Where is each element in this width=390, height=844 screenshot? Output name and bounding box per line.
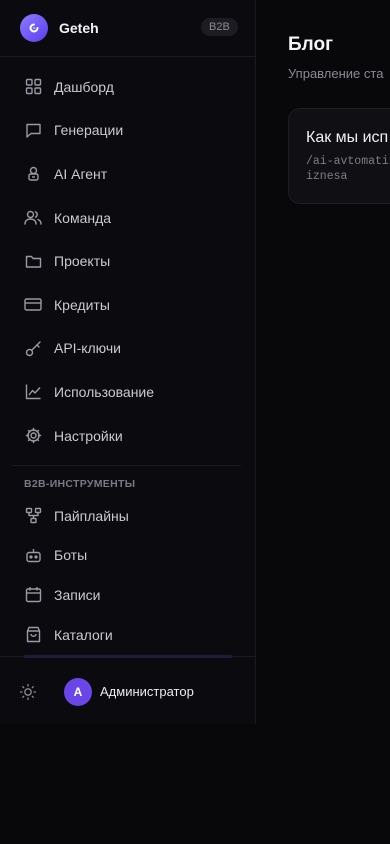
plan-badge: B2B bbox=[201, 18, 238, 36]
brand-name: Geteh bbox=[59, 20, 99, 36]
blog-post-slug: /ai-avtomatibiznesa bbox=[306, 155, 390, 183]
page-title: Блог bbox=[288, 34, 333, 55]
nav-label: Проекты bbox=[54, 253, 111, 270]
nav-item-dashboard[interactable]: Дашборд bbox=[0, 65, 255, 109]
nav-item-generations[interactable]: Генерации bbox=[0, 109, 255, 153]
nav-label: Пайплайны bbox=[54, 507, 129, 524]
credit-card-icon bbox=[24, 296, 42, 314]
main-nav: Дашборд Генерации AI Агент Команда Проек… bbox=[0, 65, 255, 457]
avatar[interactable]: A bbox=[64, 678, 92, 706]
brand-header: Geteh B2B bbox=[0, 0, 255, 57]
nav-label: Команда bbox=[54, 209, 112, 226]
nav-item-usage[interactable]: Использование bbox=[0, 370, 255, 414]
calendar-icon bbox=[24, 586, 42, 604]
nav-label: Генерации bbox=[54, 122, 124, 139]
nav-item-api-keys[interactable]: API-ключи bbox=[0, 327, 255, 371]
section-divider bbox=[12, 465, 241, 466]
user-name[interactable]: Администратор bbox=[100, 684, 194, 699]
nav-label: Использование bbox=[54, 383, 155, 400]
nav-label: AI Агент bbox=[54, 165, 108, 182]
nav-item-bots[interactable]: Боты bbox=[0, 536, 255, 576]
brand-logo-icon[interactable] bbox=[20, 14, 48, 42]
main-content: Блог Управление ста Как мы исп /ai-avtom… bbox=[256, 0, 390, 844]
pipeline-icon bbox=[24, 507, 42, 525]
nav-label: Записи bbox=[54, 586, 101, 603]
sidebar-footer: A Администратор bbox=[0, 655, 255, 725]
nav-label: Каталоги bbox=[54, 626, 113, 643]
sidebar: Geteh B2B Дашборд Генерации AI Агент Ком… bbox=[0, 0, 256, 724]
blog-post-title: Как мы исп bbox=[306, 129, 389, 146]
nav-item-settings[interactable]: Настройки bbox=[0, 414, 255, 458]
chart-icon bbox=[24, 383, 42, 401]
nav-item-team[interactable]: Команда bbox=[0, 196, 255, 240]
gear-icon bbox=[24, 427, 42, 445]
users-icon bbox=[24, 209, 42, 227]
shopping-bag-icon bbox=[24, 626, 42, 644]
page-subtitle: Управление ста bbox=[288, 66, 384, 81]
scroll-indicator bbox=[24, 655, 232, 658]
bot-icon bbox=[24, 546, 42, 564]
folder-icon bbox=[24, 252, 42, 270]
agent-icon bbox=[24, 165, 42, 183]
nav-label: API-ключи bbox=[54, 340, 121, 357]
nav-item-records[interactable]: Записи bbox=[0, 575, 255, 615]
key-icon bbox=[24, 339, 42, 357]
nav-label: Настройки bbox=[54, 427, 123, 444]
nav-label: Дашборд bbox=[54, 78, 114, 95]
nav-item-projects[interactable]: Проекты bbox=[0, 239, 255, 283]
nav-label: Боты bbox=[54, 547, 88, 564]
nav-item-pipelines[interactable]: Пайплайны bbox=[0, 496, 255, 536]
nav-label: Кредиты bbox=[54, 296, 110, 313]
section-title-b2b: B2B-ИНСТРУМЕНТЫ bbox=[24, 478, 136, 490]
grid-icon bbox=[24, 78, 42, 96]
nav-item-credits[interactable]: Кредиты bbox=[0, 283, 255, 327]
message-icon bbox=[24, 121, 42, 139]
b2b-nav: Пайплайны Боты Записи Каталоги bbox=[0, 496, 255, 654]
nav-item-ai-agent[interactable]: AI Агент bbox=[0, 152, 255, 196]
sun-icon[interactable] bbox=[19, 683, 37, 701]
nav-item-catalogs[interactable]: Каталоги bbox=[0, 615, 255, 655]
blog-post-card[interactable]: Как мы исп /ai-avtomatibiznesa bbox=[288, 108, 390, 204]
